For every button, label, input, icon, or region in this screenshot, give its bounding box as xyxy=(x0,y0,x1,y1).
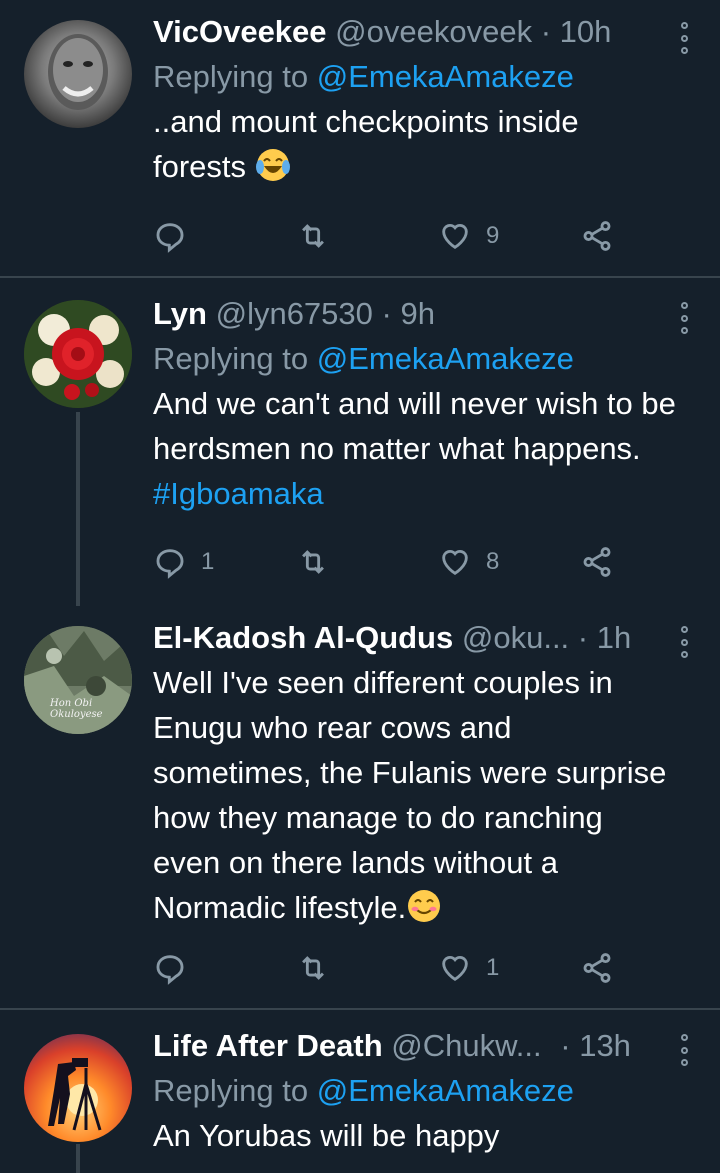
heart-icon xyxy=(442,550,468,576)
replying-to: Replying to @EmekaAmakeze xyxy=(153,341,574,376)
timestamp[interactable]: · 9h xyxy=(382,296,435,331)
heart-icon xyxy=(442,956,468,982)
display-name[interactable]: Lyn xyxy=(153,296,207,331)
reply-to-link[interactable]: @EmekaAmakeze xyxy=(317,59,574,94)
tweet-actions: 1 8 xyxy=(153,542,633,582)
handle[interactable]: @lyn67530 xyxy=(216,296,373,331)
avatar[interactable] xyxy=(24,1034,132,1142)
tweet-text: ..and mount checkpoints inside forests xyxy=(153,104,579,184)
more-options-icon[interactable] xyxy=(678,302,690,334)
reply-icon xyxy=(156,223,184,253)
handle[interactable]: @oku... xyxy=(462,620,569,655)
tweet-actions: 1 xyxy=(153,948,633,988)
retweet-icon xyxy=(302,224,324,248)
share-icon xyxy=(583,547,611,577)
share-button[interactable] xyxy=(580,216,614,256)
avatar[interactable] xyxy=(24,300,132,408)
tweet-text: Well I've seen different couples in Enug… xyxy=(153,665,667,925)
avatar-watermark: Hon Obi Okuloyese xyxy=(50,698,103,720)
reply-button[interactable]: 1 xyxy=(153,542,214,582)
replying-to: Replying to @EmekaAmakeze xyxy=(153,59,574,94)
like-button[interactable]: 8 xyxy=(438,542,499,582)
more-options-icon[interactable] xyxy=(678,626,690,658)
timestamp[interactable]: · 10h xyxy=(541,14,612,49)
tweet-1[interactable]: VicOveekee @oveekoveek · 10h Replying to… xyxy=(0,0,720,276)
timestamp[interactable]: · 13h xyxy=(560,1028,631,1063)
reply-to-link[interactable]: @EmekaAmakeze xyxy=(317,341,574,376)
thread-line xyxy=(76,1144,80,1173)
heart-icon xyxy=(442,224,468,250)
like-button[interactable]: 9 xyxy=(438,216,499,256)
handle[interactable]: @Chukw... xyxy=(391,1028,541,1063)
tweet-4[interactable]: Life After Death @Chukw... · 13h Replyin… xyxy=(0,1010,720,1173)
more-options-icon[interactable] xyxy=(678,22,690,54)
avatar[interactable]: Hon Obi Okuloyese xyxy=(24,626,132,734)
like-button[interactable]: 1 xyxy=(438,948,499,988)
tweet-text: An Yorubas will be happy xyxy=(153,1118,500,1153)
replying-to: Replying to @EmekaAmakeze xyxy=(153,1073,574,1108)
reply-icon xyxy=(156,955,184,985)
share-button[interactable] xyxy=(580,948,614,988)
handle[interactable]: @oveekoveek xyxy=(335,14,532,49)
avatar[interactable] xyxy=(24,20,132,128)
display-name[interactable]: VicOveekee xyxy=(153,14,327,49)
hashtag-link[interactable]: #Igboamaka xyxy=(153,476,324,511)
retweet-icon xyxy=(302,956,324,980)
retweet-button[interactable] xyxy=(296,542,344,582)
more-options-icon[interactable] xyxy=(678,1034,690,1066)
timestamp[interactable]: · 1h xyxy=(578,620,631,655)
smiling-emoji xyxy=(408,890,441,922)
share-icon xyxy=(583,221,611,251)
retweet-button[interactable] xyxy=(296,216,344,256)
display-name[interactable]: Life After Death xyxy=(153,1028,383,1063)
reply-button[interactable] xyxy=(153,948,201,988)
laughing-crying-emoji xyxy=(255,149,290,181)
tweet-actions: 9 xyxy=(153,216,633,256)
reply-to-link[interactable]: @EmekaAmakeze xyxy=(317,1073,574,1108)
tweet-3[interactable]: Hon Obi Okuloyese El-Kadosh Al-Qudus @ok… xyxy=(0,606,720,1008)
share-icon xyxy=(583,953,611,983)
tweet-text: And we can't and will never wish to be h… xyxy=(153,386,676,511)
reply-icon xyxy=(156,549,184,579)
tweet-2[interactable]: Lyn @lyn67530 · 9h Replying to @EmekaAma… xyxy=(0,278,720,606)
reply-button[interactable] xyxy=(153,216,201,256)
share-button[interactable] xyxy=(580,542,614,582)
display-name[interactable]: El-Kadosh Al-Qudus xyxy=(153,620,453,655)
retweet-icon xyxy=(302,550,324,574)
retweet-button[interactable] xyxy=(296,948,344,988)
thread-line xyxy=(76,412,80,606)
